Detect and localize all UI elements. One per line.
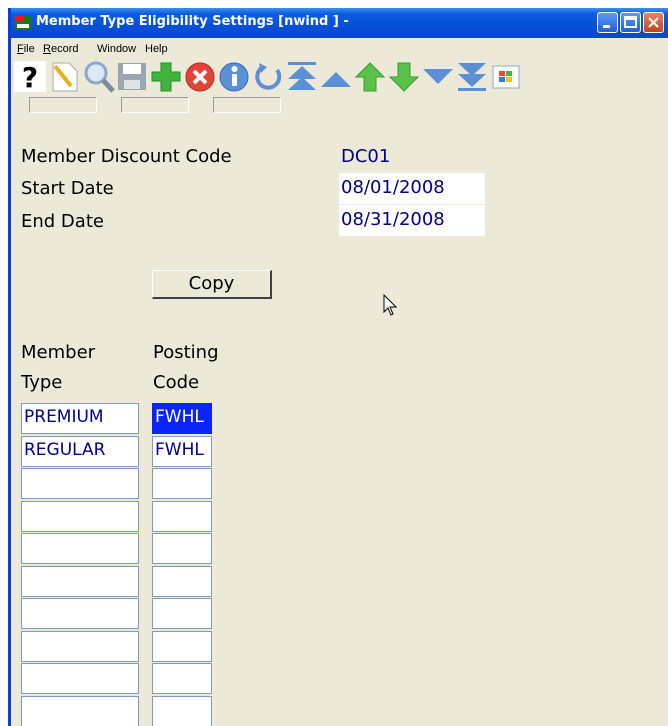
member-type-cell[interactable] [21,468,139,499]
menu-record[interactable]: Record [43,43,78,55]
maximize-icon [624,16,637,28]
title-bar[interactable]: Member Type Eligibility Settings [nwind … [11,8,668,38]
next-record-icon[interactable] [387,60,421,93]
toolbar: ? [11,60,668,94]
next-page-icon[interactable] [421,60,455,93]
add-icon[interactable] [149,60,183,93]
posting-code-cell[interactable] [152,501,212,532]
delete-icon[interactable] [183,60,217,93]
end-date-label: End Date [21,211,104,232]
first-record-icon[interactable] [285,60,319,93]
member-type-header-line1: Member [21,342,96,363]
member-type-cell[interactable] [21,566,139,597]
app-icon [15,16,31,30]
window-title: Member Type Eligibility Settings [nwind … [36,14,349,29]
last-record-icon[interactable] [455,60,489,93]
member-type-header-line2: Type [21,372,63,393]
member-type-cell[interactable]: PREMIUM [21,403,139,434]
discount-code-value[interactable]: DC01 [339,142,485,173]
close-icon [648,17,659,28]
discount-code-label: Member Discount Code [21,146,232,167]
refresh-icon[interactable] [251,60,285,93]
minimize-button[interactable] [597,12,618,33]
posting-code-cell[interactable] [152,663,212,694]
menu-file-rest: ile [23,43,35,55]
posting-code-cell[interactable] [152,631,212,662]
posting-code-header: Posting Code [153,338,219,398]
menu-help[interactable]: Help [145,43,168,55]
windows-icon[interactable] [489,60,523,93]
member-type-cell[interactable]: REGULAR [21,436,139,467]
member-type-cell[interactable] [21,696,139,726]
close-button[interactable] [643,12,664,33]
help-icon[interactable]: ? [13,60,47,93]
app-window: Member Type Eligibility Settings [nwind … [8,8,668,726]
mouse-cursor-icon [383,294,398,316]
member-type-cell[interactable] [21,533,139,564]
menu-bar: File Record Window Help [11,38,668,60]
posting-code-cell[interactable] [152,533,212,564]
member-type-cell[interactable] [21,663,139,694]
member-type-cell[interactable] [21,631,139,662]
status-box-2 [121,97,189,113]
minimize-icon [603,25,610,28]
member-type-cell[interactable] [21,598,139,629]
member-type-header: Member Type [21,338,95,398]
posting-code-cell[interactable]: FWHL [152,403,212,434]
previous-record-icon[interactable] [353,60,387,93]
start-date-field[interactable]: 08/01/2008 [339,173,485,204]
status-box-3 [213,97,281,113]
posting-code-cell[interactable]: FWHL [152,436,212,467]
start-date-label: Start Date [21,178,114,199]
menu-window[interactable]: Window [97,43,136,55]
menu-file[interactable]: File [17,43,35,55]
posting-code-header-line1: Posting [153,342,219,363]
posting-code-cell[interactable] [152,598,212,629]
svg-text:?: ? [22,61,38,93]
member-type-cell[interactable] [21,501,139,532]
search-icon[interactable] [81,60,115,93]
copy-button[interactable]: Copy [152,270,272,299]
posting-code-cell[interactable] [152,468,212,499]
previous-page-icon[interactable] [319,60,353,93]
posting-code-header-line2: Code [153,372,200,393]
posting-code-cell[interactable] [152,696,212,726]
status-box-1 [29,97,97,113]
info-icon[interactable] [217,60,251,93]
save-icon[interactable] [115,60,149,93]
new-record-icon[interactable] [47,60,81,93]
posting-code-cell[interactable] [152,566,212,597]
end-date-field[interactable]: 08/31/2008 [339,205,485,236]
maximize-button[interactable] [620,12,641,33]
